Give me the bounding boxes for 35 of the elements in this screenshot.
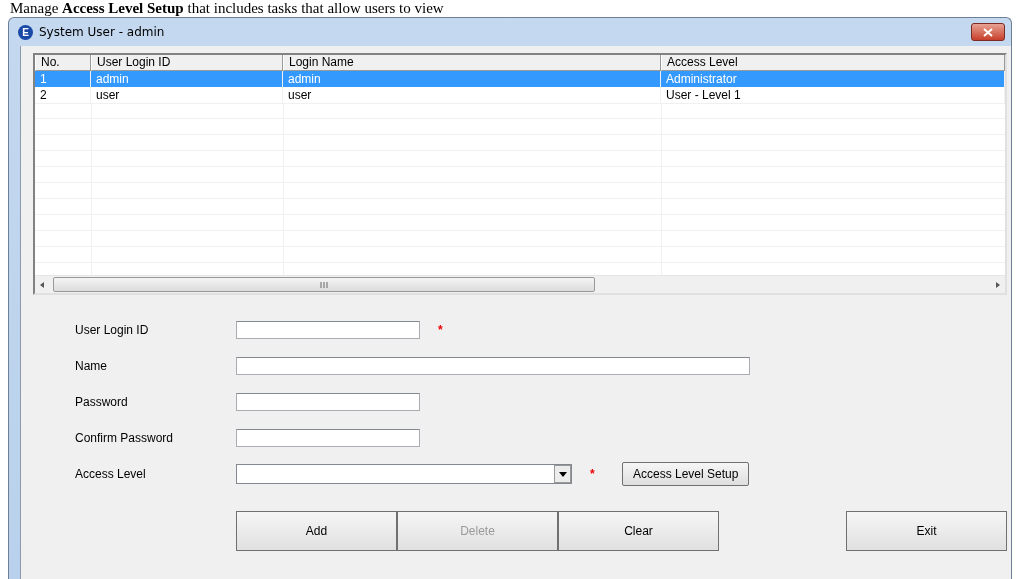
required-mark: * — [438, 323, 444, 337]
scrollbar-thumb[interactable] — [53, 277, 595, 292]
column-header[interactable]: Access Level — [661, 55, 1005, 71]
column-header[interactable]: User Login ID — [91, 55, 283, 71]
field-label: User Login ID — [75, 323, 150, 337]
close-button[interactable] — [971, 23, 1005, 41]
table-cell: 2 — [35, 87, 91, 104]
caret-icon — [558, 471, 567, 477]
column-header[interactable]: No. — [35, 55, 91, 71]
input-field[interactable] — [236, 321, 420, 339]
input-field[interactable] — [236, 357, 750, 375]
document-text: Manage Access Level Setup that includes tasks that allow users to view — [10, 0, 445, 17]
app-icon: E — [18, 24, 33, 40]
table-cell: User - Level 1 — [661, 87, 1005, 104]
grip-icon — [320, 281, 328, 288]
table-row[interactable]: 2 user user User - Level 1 — [35, 87, 1005, 103]
close-icon — [983, 27, 993, 37]
action-button[interactable]: Exit — [846, 511, 1007, 551]
field-label: Password — [75, 395, 129, 409]
input-field[interactable] — [236, 393, 420, 411]
table-cell: user — [283, 87, 661, 104]
column-header[interactable]: Login Name — [283, 55, 661, 71]
field-label: Name — [75, 359, 108, 373]
field-label: Confirm Password — [75, 431, 175, 445]
input-field[interactable] — [236, 429, 420, 447]
window-title: System User - admin — [39, 25, 166, 39]
horizontal-scrollbar[interactable] — [35, 275, 1005, 293]
action-button[interactable]: Add — [236, 511, 397, 551]
field-label: Access Level — [75, 467, 147, 481]
action-button[interactable]: Clear — [558, 511, 719, 551]
table-cell: user — [91, 87, 283, 104]
access-level-setup-button[interactable]: Access Level Setup — [622, 462, 750, 486]
required-mark: * — [590, 467, 596, 481]
access-level-dropdown[interactable] — [236, 464, 572, 484]
dropdown-button[interactable] — [554, 465, 571, 483]
